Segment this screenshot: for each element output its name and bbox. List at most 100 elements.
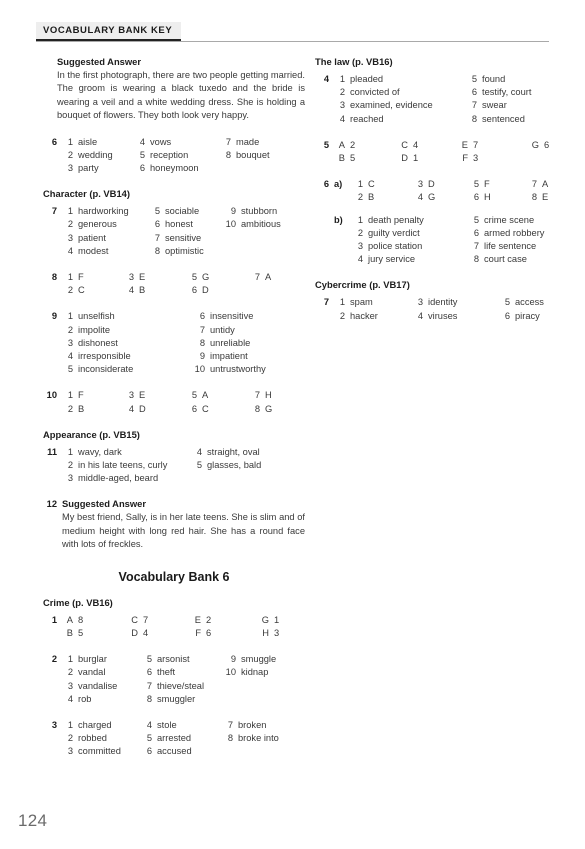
answer-value: convicted of xyxy=(350,87,400,98)
answer-column: 3E 4B xyxy=(123,271,186,297)
answer-item: 8 unreliable xyxy=(191,337,266,350)
answer-value: C xyxy=(78,285,85,296)
answer-column: 4 straight, oval 5 glasses, bald xyxy=(191,446,261,486)
answer-item: 7 thieve/steal xyxy=(141,680,222,693)
section-heading-crime: Crime (p. VB16) xyxy=(43,596,113,608)
vocabulary-bank-title: Vocabulary Bank 6 xyxy=(118,569,230,584)
answer-key: 2 xyxy=(67,403,73,414)
answer-item: 7H xyxy=(249,389,272,402)
exercise-number: 4 xyxy=(323,74,329,84)
section-heading-law: The law (p. VB16) xyxy=(315,56,393,67)
answer-value: A xyxy=(265,272,272,283)
answer-item: 4 viruses xyxy=(412,310,499,323)
answer-key: 10 xyxy=(225,219,236,230)
answer-column: A2 B5 xyxy=(334,139,397,165)
answer-item: 6 honest xyxy=(149,218,222,231)
answer-key: 4 xyxy=(67,693,73,704)
answer-item: 4 rob xyxy=(62,693,141,706)
exercise-11-appearance: 11 1 wavy, dark 2 in his late teens, curly… xyxy=(43,446,305,486)
answer-item: 3 party xyxy=(62,162,134,175)
answer-item: 5 arsonist xyxy=(141,653,222,666)
answer-key: 7 xyxy=(531,179,537,190)
answer-value: inconsiderate xyxy=(78,364,134,375)
answer-key: 2 xyxy=(67,324,73,335)
answer-key: 5 xyxy=(196,460,202,471)
answer-value: D xyxy=(139,403,146,414)
answer-value: E xyxy=(542,192,549,203)
answer-item: 6H xyxy=(468,191,526,204)
exercise-part-label: b) xyxy=(334,214,343,225)
exercise-10-character: 10 1F 2B 3E 4D 5A 6C 7H 8 G xyxy=(43,389,305,415)
answer-value: broke into xyxy=(238,733,279,744)
answer-item: B5 xyxy=(62,627,127,640)
page-number: 124 xyxy=(18,811,48,830)
answer-column: 7A xyxy=(249,271,271,297)
answer-key: 6 xyxy=(154,219,160,230)
answer-key: 8 xyxy=(471,113,477,124)
exercise-4-law: 4 1 pleaded 2 convicted of 3 examined, evid… xyxy=(315,73,577,126)
answer-item: 2 vandal xyxy=(62,666,141,679)
answer-item: 2 generous xyxy=(62,218,149,231)
answer-value: wavy, dark xyxy=(78,446,122,457)
answer-item: 9 impatient xyxy=(191,350,266,363)
exercise-number: 8 xyxy=(51,272,57,283)
answer-item: 3 police station xyxy=(352,240,468,253)
answer-column: 5 found 6 testify, court 7 swear 8 sentenced xyxy=(466,73,532,126)
answer-item: 1 spam xyxy=(334,296,412,309)
answer-key: 9 xyxy=(230,206,236,217)
answer-key: 5 xyxy=(191,390,197,401)
answer-column: C7 D4 xyxy=(127,614,190,640)
answer-item: 4D xyxy=(123,403,186,416)
answer-value: burglar xyxy=(78,654,107,665)
wedding-suggested-answer-text: In the first photograph, there are two p… xyxy=(57,70,305,121)
answer-key: 1 xyxy=(67,272,73,283)
answer-item: 10 ambitious xyxy=(222,218,281,231)
answer-key: 8 xyxy=(473,254,479,265)
answer-item: 5 found xyxy=(466,73,531,86)
answer-value: party xyxy=(78,163,99,174)
answer-item: 7A xyxy=(249,271,271,284)
answer-key: 6 xyxy=(146,746,152,757)
answer-value: bouquet xyxy=(236,149,270,160)
answer-item: 2 impolite xyxy=(62,324,191,337)
answer-value: B xyxy=(78,403,85,414)
answer-item: 3 committed xyxy=(62,745,141,758)
answer-item: 6 piracy xyxy=(499,310,544,323)
answer-key: 4 xyxy=(417,192,423,203)
answer-key: B xyxy=(66,627,73,638)
answer-key: 1 xyxy=(67,446,73,457)
answer-value: impolite xyxy=(78,324,111,335)
answer-item: 6C xyxy=(186,403,249,416)
answer-column: E7 F3 xyxy=(457,139,528,165)
answer-value: kidnap xyxy=(241,667,269,678)
answer-value: honest xyxy=(165,219,193,230)
answer-item: 4 irresponsible xyxy=(62,350,191,363)
answer-column: 9 smuggle 10 kidnap xyxy=(222,653,276,706)
answer-key: C xyxy=(131,614,138,625)
exercise-number: 3 xyxy=(51,719,57,730)
exercise-number: 7 xyxy=(323,297,329,308)
exercise-1-crime: 1 A8 B5 C7 D4 E2 F6 G1 H 3 xyxy=(43,614,305,640)
answer-item: 1C xyxy=(352,178,412,191)
exercise-8-character: 8 1F 2C 3E 4B 5G 6D 7A xyxy=(43,271,305,297)
answer-value: 5 xyxy=(350,153,356,164)
answer-item: 6 honeymoon xyxy=(134,162,220,175)
answer-key: 6 xyxy=(199,311,205,322)
answer-key: 8 xyxy=(146,693,152,704)
answer-value: 2 xyxy=(350,139,356,150)
exercise-12-appearance: 12 Suggested Answer My best friend, Sall… xyxy=(43,498,305,551)
answer-key: 4 xyxy=(146,719,152,730)
answer-value: ambitious xyxy=(241,219,281,230)
answer-item: 1 hardworking xyxy=(62,205,149,218)
answer-key: 2 xyxy=(67,219,73,230)
answer-value: F xyxy=(78,390,84,401)
answer-key: 1 xyxy=(339,297,345,308)
answer-value: vandal xyxy=(78,667,106,678)
answer-item: H3 xyxy=(258,627,279,640)
answer-value: police station xyxy=(368,241,423,252)
answer-item: 8 optimistic xyxy=(149,245,222,258)
answer-item: 2B xyxy=(62,403,123,416)
answer-item: 3 vandalise xyxy=(62,680,141,693)
exercise-6-law-part-a: 6 a) 1C 2B 3D 4G 5F 6H 7 A 8 E xyxy=(315,178,577,204)
answer-key: 4 xyxy=(128,403,134,414)
